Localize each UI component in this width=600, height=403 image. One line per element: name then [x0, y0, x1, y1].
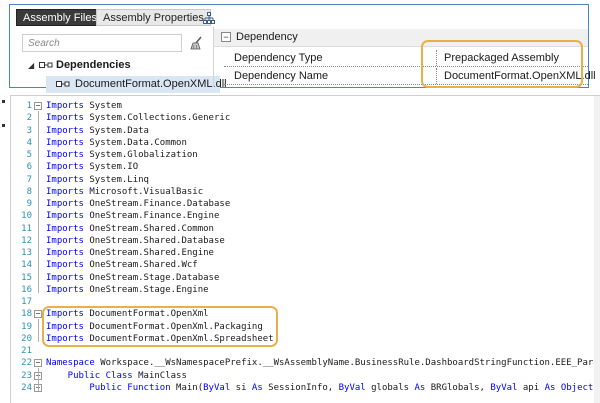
line-number: 3: [26, 125, 32, 136]
line-number: 12: [21, 235, 32, 246]
fold-toggle-icon[interactable]: −: [34, 310, 42, 319]
code-line[interactable]: 22− Namespace Workspace.__WsNamespacePref…: [11, 357, 600, 369]
property-key: Dependency Name: [234, 70, 329, 82]
code-text: Imports System: [46, 101, 122, 111]
code-line[interactable]: 1− Imports System: [11, 100, 600, 112]
line-number: 4: [26, 137, 32, 148]
tab-assembly-properties[interactable]: Assembly Properties: [96, 9, 211, 26]
code-line[interactable]: 5 Imports System.Globalization: [11, 149, 600, 161]
code-line[interactable]: 23− Public Class MainClass: [11, 370, 600, 382]
expand-arrow-icon[interactable]: ◢: [28, 57, 34, 74]
edge-marker: [2, 124, 5, 127]
line-number: 13: [21, 248, 32, 258]
code-line[interactable]: 7 Imports System.Linq: [11, 174, 600, 186]
line-number: 8: [26, 186, 32, 197]
code-line[interactable]: 14 Imports OneStream.Shared.Wcf: [11, 259, 600, 271]
line-number: 18: [21, 309, 32, 320]
highlight-callout: [421, 40, 583, 88]
code-text: Imports System.Data: [46, 125, 149, 136]
property-key: Dependency Type: [234, 52, 323, 64]
line-number: 7: [26, 174, 32, 185]
line-number: 20: [21, 333, 32, 344]
line-number: 23: [21, 370, 32, 381]
line-number: 24: [21, 382, 32, 393]
line-number: 14: [21, 260, 32, 271]
code-text: Imports OneStream.Stage.Database: [46, 272, 220, 283]
code-text: Imports System.Data.Common: [46, 137, 187, 148]
fold-guide: [38, 368, 39, 391]
line-number: 19: [21, 321, 32, 332]
category-label: Dependency: [236, 31, 298, 43]
edge-marker: [2, 100, 5, 103]
search-box: [22, 34, 182, 52]
tab-bar: Assembly Files Assembly Properties: [10, 5, 211, 27]
code-line[interactable]: 4 Imports System.Data.Common: [11, 137, 600, 149]
code-text: Imports System.Linq: [46, 174, 149, 185]
line-number: 2: [26, 113, 32, 124]
code-text: Imports OneStream.Shared.Wcf: [46, 260, 198, 271]
vertical-scrollbar[interactable]: [594, 96, 600, 403]
code-text: Imports OneStream.Finance.Database: [46, 199, 231, 209]
code-text: Imports System.Globalization: [46, 150, 198, 160]
code-text: Public Function Main(ByVal si As Session…: [46, 382, 598, 393]
fold-toggle-icon[interactable]: −: [34, 359, 42, 368]
dependency-node-icon: [56, 81, 70, 87]
tree-child-label: DocumentFormat.OpenXML.dll: [75, 78, 227, 90]
tab-assembly-files[interactable]: Assembly Files: [16, 9, 104, 26]
line-number: 17: [21, 297, 32, 307]
code-text: Imports System.IO: [46, 162, 139, 173]
fold-guide: [38, 319, 39, 342]
code-line[interactable]: 24− Public Function Main(ByVal si As Ses…: [11, 382, 600, 394]
line-number: 21: [21, 346, 32, 356]
line-number: 6: [26, 162, 32, 173]
code-text: Imports OneStream.Shared.Database: [46, 235, 225, 246]
tree-root-label: Dependencies: [56, 59, 131, 71]
code-text: Imports System.Collections.Generic: [46, 113, 231, 124]
code-text: Namespace Workspace.__WsNamespacePrefix.…: [46, 358, 600, 369]
code-editor[interactable]: 1− Imports System 2 Imports System.Collecti…: [10, 95, 600, 403]
code-line[interactable]: 3 Imports System.Data: [11, 125, 600, 137]
code-line[interactable]: 6 Imports System.IO: [11, 161, 600, 173]
tree-item-dll[interactable]: DocumentFormat.OpenXML.dll: [46, 76, 227, 93]
code-line[interactable]: 10 Imports OneStream.Finance.Engine: [11, 210, 600, 222]
line-number: 11: [21, 223, 32, 234]
code-text: Imports OneStream.Stage.Engine: [46, 284, 209, 295]
code-line[interactable]: 8 Imports Microsoft.VisualBasic: [11, 186, 600, 198]
highlight-callout: [42, 306, 278, 347]
code-line[interactable]: 12 Imports OneStream.Shared.Database: [11, 235, 600, 247]
code-line[interactable]: 9 Imports OneStream.Finance.Database: [11, 198, 600, 210]
code-line[interactable]: 15 Imports OneStream.Stage.Database: [11, 272, 600, 284]
line-number: 22: [21, 358, 32, 369]
line-number: 15: [21, 272, 32, 283]
code-text: Imports OneStream.Finance.Engine: [46, 211, 220, 222]
collapse-icon[interactable]: −: [221, 32, 231, 42]
line-number: 9: [26, 199, 32, 209]
code-line[interactable]: 13 Imports OneStream.Shared.Engine: [11, 247, 600, 259]
line-number: 5: [26, 150, 32, 160]
assembly-tree: ◢ Dependencies DocumentFormat.OpenXML.dl…: [26, 57, 227, 93]
search-input[interactable]: [23, 35, 181, 51]
broom-icon[interactable]: [190, 36, 203, 50]
code-text: Imports Microsoft.VisualBasic: [46, 186, 204, 197]
line-number: 1: [26, 101, 32, 111]
tree-item-dependencies[interactable]: ◢ Dependencies: [26, 57, 206, 74]
code-text: Imports OneStream.Shared.Engine: [46, 248, 214, 258]
fold-toggle-icon[interactable]: −: [34, 102, 42, 110]
code-text: Imports OneStream.Shared.Common: [46, 223, 214, 234]
fold-guide: [38, 111, 39, 293]
code-line[interactable]: 11 Imports OneStream.Shared.Common: [11, 223, 600, 235]
line-number: 10: [21, 211, 32, 222]
sitemap-icon[interactable]: [203, 12, 215, 24]
dependency-node-icon: [39, 62, 53, 68]
code-text: Public Class MainClass: [46, 370, 187, 381]
code-line[interactable]: 2 Imports System.Collections.Generic: [11, 112, 600, 124]
code-line[interactable]: 16 Imports OneStream.Stage.Engine: [11, 284, 600, 296]
line-number: 16: [21, 284, 32, 295]
